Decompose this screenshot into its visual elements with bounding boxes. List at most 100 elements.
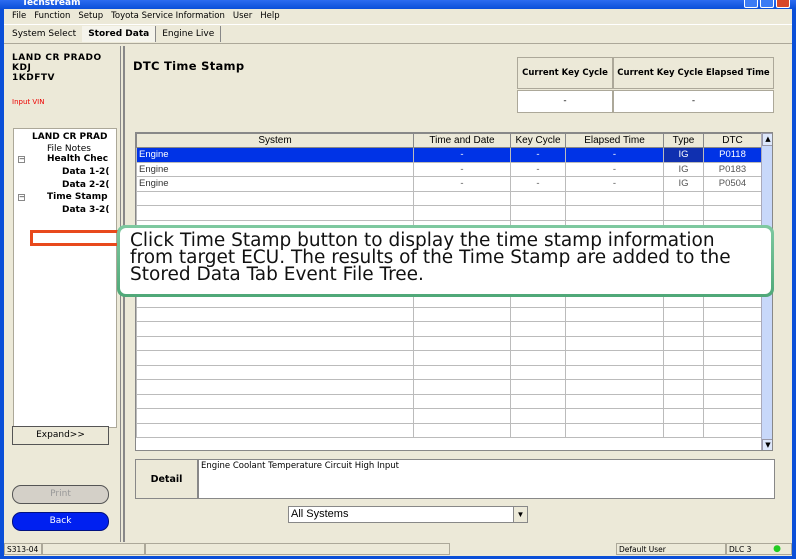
cell-system [136,321,414,337]
col-time-and-date[interactable]: Time and Date [413,133,511,148]
cell-type [663,350,704,366]
tree-item-data-2[interactable]: Data 2-2( [62,179,109,191]
minimize-button[interactable] [744,0,758,8]
menu-bar: File Function Setup Toyota Service Infor… [4,9,284,23]
collapse-icon[interactable]: − [18,156,25,163]
print-button[interactable]: Print [12,485,109,504]
cell-key-cycle [510,422,566,438]
table-row[interactable] [136,321,762,337]
cell-dtc: P0183 [703,161,762,177]
cell-time-and-date [413,306,511,322]
cell-key-cycle [510,205,566,221]
tree-item-data-1[interactable]: Data 1-2( [62,166,109,178]
tree-item-time-stamp[interactable]: Time Stamp [47,191,108,203]
menu-function[interactable]: Function [30,9,74,23]
table-row[interactable]: Engine - - - IG P0183 [136,161,762,177]
cell-elapsed-time: - [565,161,664,177]
cell-system [136,393,414,409]
cell-elapsed-time [565,364,664,380]
elapsed-time-header: Current Key Cycle Elapsed Time [613,57,774,89]
table-row[interactable] [136,306,762,322]
col-system[interactable]: System [136,133,414,148]
table-row[interactable]: Engine - - - IG P0118 [136,147,762,163]
col-type[interactable]: Type [663,133,704,148]
scroll-up-icon[interactable]: ▲ [762,133,772,146]
cell-time-and-date [413,335,511,351]
tree-item-health-check[interactable]: Health Chec [47,153,108,165]
menu-user[interactable]: User [229,9,256,23]
elapsed-time-value: - [613,90,774,113]
status-user: Default User [616,543,726,555]
cell-type: IG [663,161,704,177]
input-vin-link[interactable]: Input VIN [12,98,44,106]
tab-stored-data[interactable]: Stored Data [82,26,157,42]
table-row[interactable] [136,379,762,395]
tree-item-vehicle[interactable]: LAND CR PRAD [32,131,107,143]
cell-dtc: P0504 [703,176,762,192]
cell-system [136,350,414,366]
cell-time-and-date [413,321,511,337]
menu-setup[interactable]: Setup [74,9,107,23]
table-row[interactable]: Engine - - - IG P0504 [136,176,762,192]
window-title: Techstream [22,0,81,8]
collapse-icon[interactable]: − [18,194,25,201]
cell-elapsed-time [565,205,664,221]
menu-file[interactable]: File [8,9,30,23]
cell-dtc [703,190,762,206]
cell-system [136,364,414,380]
cell-type [663,321,704,337]
cell-elapsed-time [565,422,664,438]
col-dtc[interactable]: DTC [703,133,762,148]
cell-key-cycle [510,306,566,322]
status-bar: S313-04 Default User DLC 3 ● [4,543,792,556]
cell-dtc [703,321,762,337]
current-key-cycle-header: Current Key Cycle [517,57,613,89]
table-row[interactable] [136,393,762,409]
table-row[interactable] [136,422,762,438]
cell-dtc [703,205,762,221]
cell-time-and-date [413,393,511,409]
tab-engine-live[interactable]: Engine Live [156,26,222,42]
back-button[interactable]: Back [12,512,109,531]
cell-dtc [703,364,762,380]
table-row[interactable] [136,350,762,366]
cell-system [136,379,414,395]
cell-time-and-date [413,205,511,221]
table-row[interactable] [136,190,762,206]
table-row[interactable] [136,335,762,351]
col-key-cycle[interactable]: Key Cycle [510,133,566,148]
cell-system [136,190,414,206]
status-field [145,543,450,555]
connection-indicator-icon: ● [773,544,781,554]
cell-key-cycle: - [510,147,566,163]
detail-text: Engine Coolant Temperature Circuit High … [198,459,775,499]
highlight-box [30,230,122,246]
col-elapsed-time[interactable]: Elapsed Time [565,133,664,148]
cell-dtc [703,408,762,424]
status-dlc: DLC 3 ● [726,543,792,555]
table-row[interactable] [136,364,762,380]
menu-help[interactable]: Help [256,9,283,23]
expand-button[interactable]: Expand>> [12,426,109,445]
menu-toyota-service-information[interactable]: Toyota Service Information [107,9,229,23]
cell-elapsed-time [565,379,664,395]
close-button[interactable] [776,0,790,8]
system-filter-select[interactable]: All Systems ▼ [288,506,528,523]
cell-time-and-date [413,190,511,206]
cell-dtc [703,350,762,366]
scroll-down-icon[interactable]: ▼ [762,439,772,450]
cell-key-cycle: - [510,176,566,192]
table-row[interactable] [136,205,762,221]
dropdown-arrow-icon[interactable]: ▼ [513,507,527,522]
table-row[interactable] [136,408,762,424]
tree-item-data-3[interactable]: Data 3-2( [62,204,109,216]
cell-type [663,190,704,206]
tab-system-select[interactable]: System Select [6,26,82,42]
maximize-button[interactable] [760,0,774,8]
vehicle-info: LAND CR PRADO KDJ 1KDFTV [12,53,102,83]
cell-time-and-date: - [413,176,511,192]
cell-dtc [703,306,762,322]
cell-key-cycle [510,379,566,395]
cell-type: IG [663,176,704,192]
cell-dtc [703,379,762,395]
